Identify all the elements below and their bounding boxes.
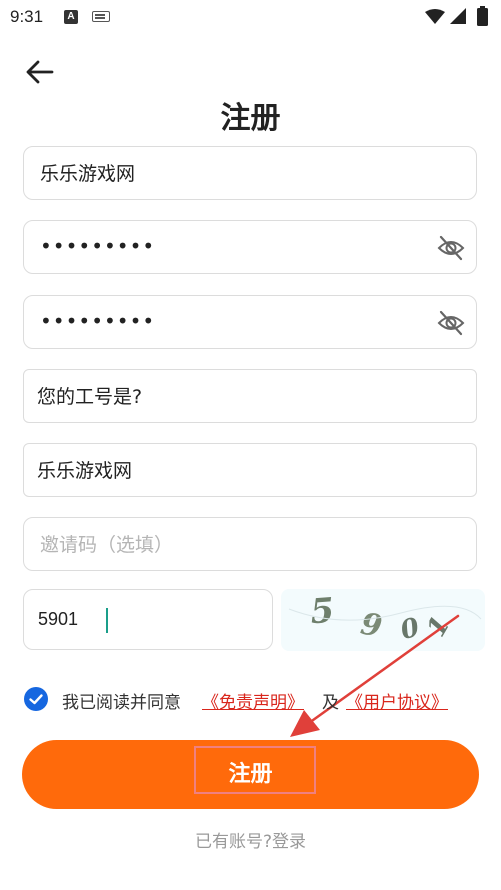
agreement-checkbox[interactable] xyxy=(24,687,48,711)
battery-icon xyxy=(477,6,488,26)
eye-off-icon[interactable] xyxy=(437,310,465,336)
annotation-arrow xyxy=(290,614,460,737)
disclaimer-link[interactable]: 《免责声明》 xyxy=(202,688,304,713)
keyboard-icon xyxy=(92,11,110,22)
security-answer-value: 乐乐游戏网 xyxy=(37,460,133,482)
captcha-input-value: 5901 xyxy=(38,609,79,629)
login-link[interactable]: 登录 xyxy=(272,832,306,852)
arrow-left-icon[interactable] xyxy=(24,58,56,86)
password-input[interactable]: ••••••••• xyxy=(23,220,477,274)
password-value: ••••••••• xyxy=(40,234,156,258)
status-time: 9:31 xyxy=(10,7,44,26)
signal-icon xyxy=(450,8,466,24)
confirm-password-input[interactable]: ••••••••• xyxy=(23,295,477,349)
username-value: 乐乐游戏网 xyxy=(40,163,136,185)
security-question-value: 您的工号是? xyxy=(37,386,143,408)
eye-off-icon[interactable] xyxy=(437,235,465,261)
a-notification-icon: A xyxy=(64,10,78,24)
checkmark-icon xyxy=(29,694,43,705)
page-title: 注册 xyxy=(220,101,281,136)
username-input[interactable]: 乐乐游戏网 xyxy=(23,146,477,200)
invite-code-placeholder: 邀请码（选填） xyxy=(40,534,174,556)
security-answer-input[interactable]: 乐乐游戏网 xyxy=(23,443,477,497)
security-question-select[interactable]: 您的工号是? xyxy=(23,369,477,423)
user-agreement-link[interactable]: 《用户协议》 xyxy=(346,688,448,713)
agreement-text: 我已阅读并同意 xyxy=(62,693,181,713)
captcha-input[interactable]: 5901 xyxy=(23,589,273,650)
login-question: 已有账号? xyxy=(194,832,273,852)
invite-code-input[interactable]: 邀请码（选填） xyxy=(23,517,477,571)
confirm-password-value: ••••••••• xyxy=(40,309,156,333)
text-caret xyxy=(106,608,108,633)
agreement-joiner: 及 xyxy=(322,693,339,713)
wifi-icon xyxy=(425,9,445,24)
annotation-highlight-box xyxy=(194,746,316,794)
login-prompt: 已有账号?登录 xyxy=(0,827,501,852)
